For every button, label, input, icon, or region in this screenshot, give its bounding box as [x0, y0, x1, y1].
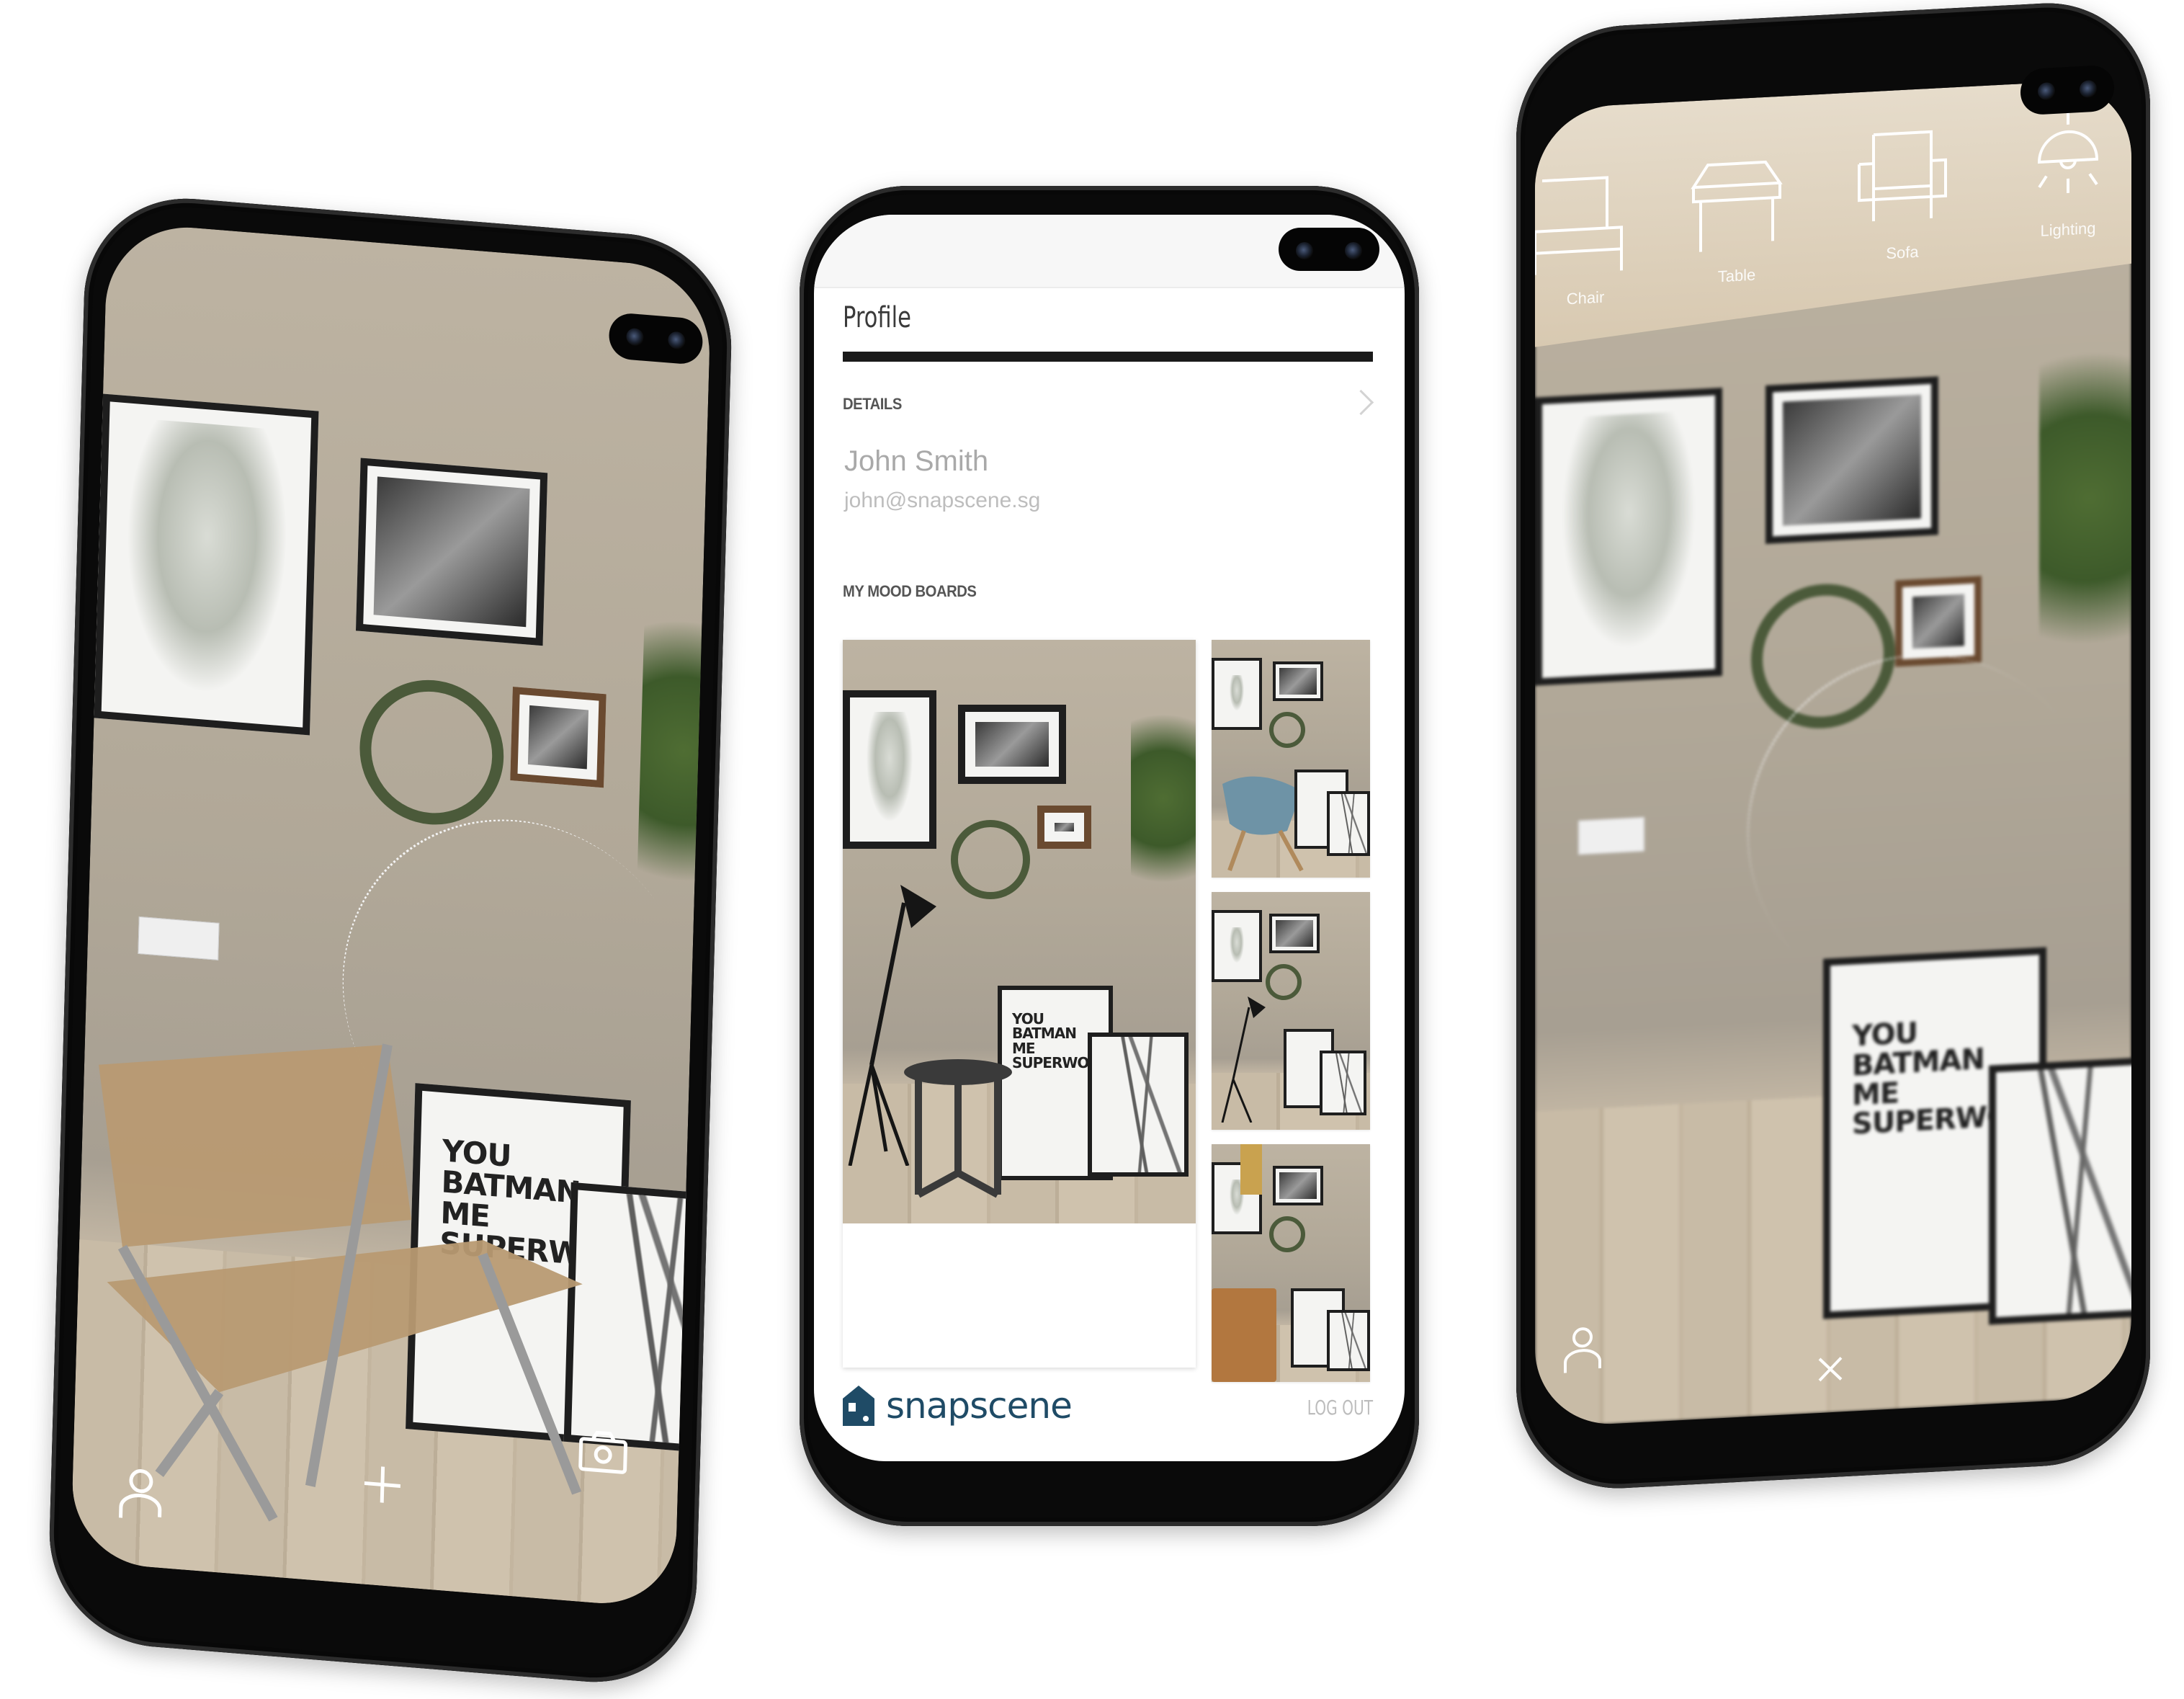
wedding-photo-frame	[1765, 376, 1938, 544]
hanging-plant	[2039, 293, 2131, 703]
house-logo-icon	[843, 1386, 874, 1426]
category-sofa[interactable]: Sofa	[1838, 115, 1967, 265]
front-camera-punch-hole	[2020, 64, 2114, 116]
wedding-photo-frame	[958, 705, 1066, 784]
mood-board-thumb[interactable]	[1212, 892, 1370, 1130]
room-scene: YOU BATMAN ME SUPERWOM	[70, 220, 712, 1610]
close-icon[interactable]	[1816, 1354, 1845, 1384]
phone-right: YOU BATMAN ME SUPERWON Chair Table Sofa	[1516, 0, 2150, 1494]
poster-line: ME	[1012, 1039, 1036, 1057]
wreath	[1266, 964, 1302, 1000]
wreath	[951, 820, 1030, 899]
floor-lamp	[1221, 996, 1266, 1123]
monstera-print	[843, 690, 936, 849]
monstera-print	[1212, 658, 1262, 730]
mood-board-image: YOU BATMAN ME SUPERWON	[843, 640, 1196, 1223]
monstera-print	[94, 393, 319, 736]
front-camera-punch-hole	[1279, 228, 1379, 271]
wedding-photo-frame	[355, 458, 548, 646]
snake-plant-print	[1327, 791, 1370, 856]
phone-left: YOU BATMAN ME SUPERWOM	[46, 190, 735, 1690]
hanging-plant	[1131, 683, 1196, 914]
small-photo-frame	[1895, 576, 1982, 667]
small-photo-frame	[1037, 806, 1091, 849]
brand-name: snapscene	[886, 1385, 1073, 1427]
category-label: Sofa	[1886, 242, 1919, 263]
person-icon[interactable]	[1561, 1324, 1604, 1376]
category-lighting[interactable]: Lighting	[2003, 92, 2131, 242]
table-icon	[1679, 139, 1794, 260]
user-name: John Smith	[844, 445, 989, 477]
light-switch	[138, 916, 220, 960]
sofa-icon	[1845, 116, 1960, 237]
wedding-photo-frame	[1273, 661, 1323, 701]
small-photo-frame	[510, 686, 607, 788]
hanging-plant	[635, 567, 712, 935]
camera-icon[interactable]	[578, 1428, 630, 1476]
person-icon[interactable]	[115, 1463, 166, 1525]
side-table	[904, 1059, 1012, 1198]
details-section-label[interactable]: DETAILS	[843, 395, 902, 414]
category-table[interactable]: Table	[1672, 138, 1802, 288]
wreath	[1269, 712, 1305, 748]
mood-board-thumb[interactable]	[1212, 640, 1370, 878]
snake-plant-print	[1088, 1033, 1189, 1177]
poster-line: BATMAN	[1012, 1025, 1077, 1043]
monstera-print	[1212, 910, 1262, 982]
wedding-photo-frame	[1269, 914, 1320, 953]
page-title: Profile	[843, 301, 911, 334]
category-chair[interactable]: Chair	[1535, 161, 1650, 311]
snake-plant-print	[1327, 1310, 1370, 1371]
user-email: john@snapscene.sg	[844, 489, 1041, 512]
category-label: Lighting	[2040, 218, 2096, 240]
snake-plant-print	[1989, 1057, 2131, 1325]
plus-icon[interactable]	[360, 1461, 405, 1508]
ar-category-screen[interactable]: YOU BATMAN ME SUPERWON Chair Table Sofa	[1535, 78, 2131, 1428]
wreath	[357, 674, 506, 831]
tan-chair	[1212, 1288, 1276, 1382]
title-underline	[843, 352, 1373, 362]
brand-logo: snapscene	[843, 1385, 1073, 1427]
wreath	[1269, 1216, 1305, 1252]
poster-line: SUPERWON	[1012, 1054, 1101, 1072]
chevron-right-icon[interactable]	[1348, 389, 1374, 416]
profile-screen: Profile DETAILS John Smith john@snapscen…	[814, 215, 1405, 1461]
monstera-print	[1535, 388, 1722, 686]
front-camera-punch-hole	[608, 311, 704, 366]
light-switch	[1578, 816, 1644, 855]
category-label: Table	[1717, 265, 1756, 286]
ar-camera-screen[interactable]: YOU BATMAN ME SUPERWOM	[70, 220, 712, 1610]
mood-board-thumb[interactable]	[1212, 1144, 1370, 1382]
snake-plant-print	[1320, 1051, 1366, 1115]
wedding-photo-frame	[1273, 1166, 1323, 1205]
mood-boards-section-label: MY MOOD BOARDS	[843, 582, 977, 600]
mood-board-card[interactable]: YOU BATMAN ME SUPERWON	[843, 640, 1196, 1368]
logout-button[interactable]: LOG OUT	[1307, 1396, 1373, 1419]
phone-center: Profile DETAILS John Smith john@snapscen…	[800, 186, 1419, 1526]
pendant-lamp	[1240, 1144, 1262, 1195]
chair-icon	[1535, 161, 1643, 282]
category-label: Chair	[1566, 287, 1605, 308]
poster-line: YOU	[1012, 1010, 1044, 1027]
